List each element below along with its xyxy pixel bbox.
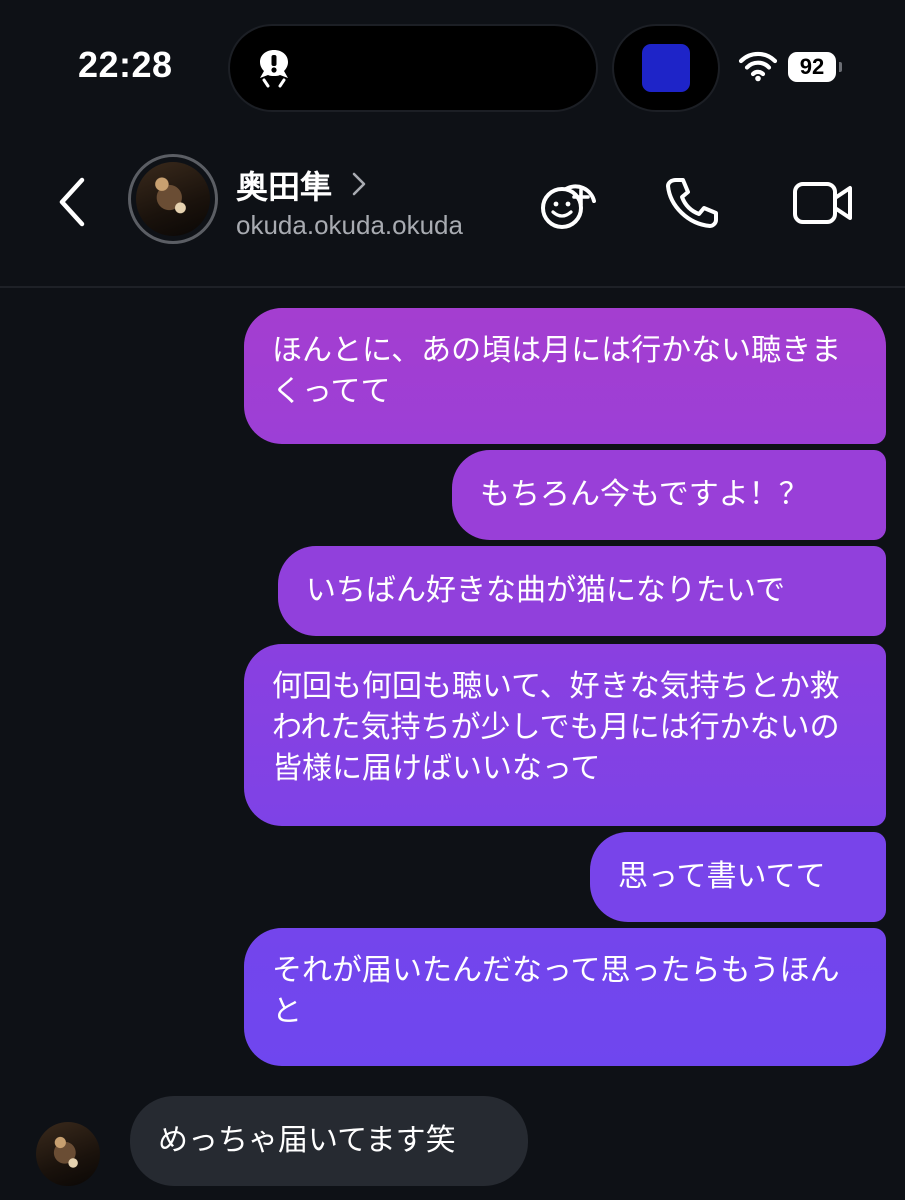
battery-indicator: 92 — [788, 52, 842, 82]
back-icon[interactable] — [52, 176, 92, 228]
contact-name[interactable]: 奥田隼 — [236, 162, 332, 208]
avatar-image — [136, 162, 210, 236]
app-thumbnail — [642, 44, 690, 92]
dynamic-island-app[interactable] — [614, 26, 718, 110]
contact-handle[interactable]: okuda.okuda.okuda — [236, 210, 463, 241]
alert-face-icon — [260, 50, 288, 88]
outgoing-message[interactable]: 何回も何回も聴いて、好きな気持ちとか救われた気持ちが少しでも月には行かないの皆様… — [244, 644, 886, 826]
chat-header: 奥田隼 okuda.okuda.okuda — [0, 140, 905, 288]
battery-level: 92 — [788, 52, 836, 82]
video-icon[interactable] — [792, 180, 854, 226]
message-thread[interactable]: ほんとに、あの頃は月には行かない聴きまくってて もちろん今もですよ！？ いちばん… — [0, 288, 905, 1200]
contact-avatar[interactable] — [128, 154, 218, 244]
outgoing-message[interactable]: いちばん好きな曲が猫になりたいで — [278, 546, 886, 636]
phone-icon[interactable] — [664, 176, 720, 228]
outgoing-message[interactable]: 思って書いてて — [590, 832, 886, 922]
chevron-right-icon — [352, 172, 366, 196]
wifi-icon — [738, 51, 778, 82]
outgoing-message[interactable]: もちろん今もですよ！？ — [452, 450, 886, 540]
status-bar: 22:28 92 — [0, 0, 905, 140]
dynamic-island[interactable] — [230, 26, 596, 110]
sticker-add-icon[interactable] — [538, 174, 600, 232]
incoming-message[interactable]: めっちゃ届いてます笑 — [130, 1096, 528, 1186]
battery-cap — [839, 62, 842, 72]
sender-avatar[interactable] — [36, 1122, 100, 1186]
outgoing-message[interactable]: それが届いたんだなって思ったらもうほんと — [244, 928, 886, 1066]
status-time: 22:28 — [78, 44, 173, 85]
outgoing-message[interactable]: ほんとに、あの頃は月には行かない聴きまくってて — [244, 308, 886, 444]
